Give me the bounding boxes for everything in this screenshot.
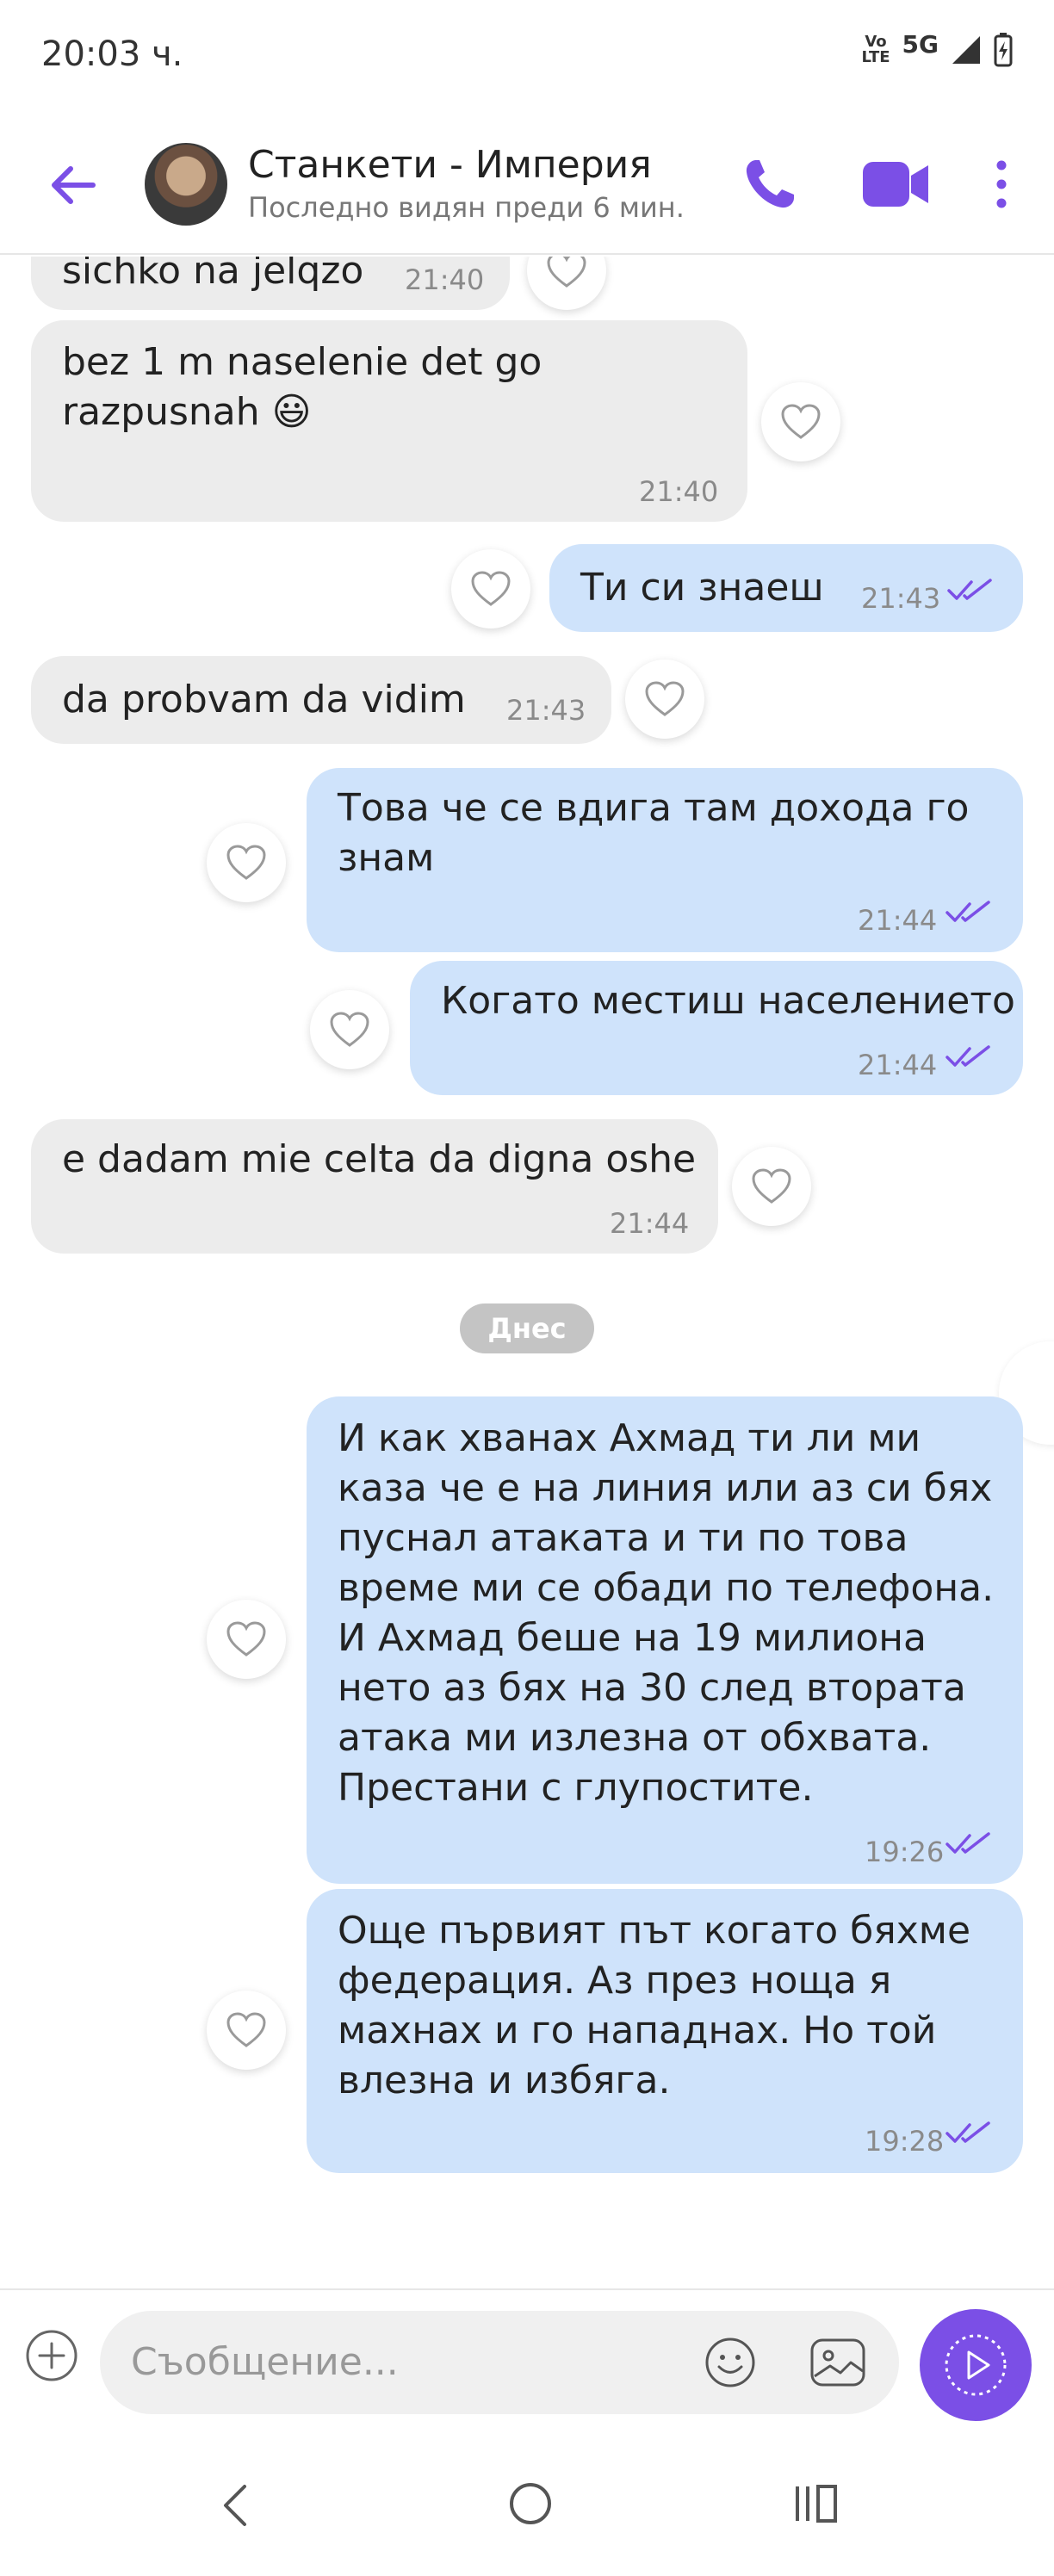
message-bubble-outgoing[interactable]: Това че се вдига там дохода го знам 21:4… [307, 768, 1023, 952]
contact-avatar[interactable] [145, 143, 227, 226]
message-bubble-outgoing[interactable]: Когато местиш населението 21:44 [410, 961, 1023, 1095]
like-heart-icon[interactable] [732, 1147, 811, 1226]
video-call-icon[interactable] [861, 155, 930, 214]
system-nav-bar [0, 2445, 1054, 2576]
message-time: 21:43 [506, 694, 586, 727]
message-bubble-incoming[interactable]: e dadam mie celta da digna oshe 21:44 [31, 1119, 718, 1254]
message-time: 21:40 [639, 475, 719, 508]
message-bubble-outgoing[interactable]: И как хванах Ахмад ти ли ми каза че е на… [307, 1396, 1023, 1884]
message-list[interactable]: sichko na jelqzo 21:40 bez 1 m naselenie… [0, 257, 1054, 2288]
last-seen-status: Последно видян преди 6 мин. [248, 191, 685, 224]
nav-recent-apps-icon[interactable] [792, 2478, 840, 2530]
message-text: e dadam mie celta da digna oshe [62, 1137, 697, 1181]
read-receipt-icon [947, 579, 992, 600]
message-text: Още първият път когато бяхме федерация. … [338, 1909, 971, 2102]
message-time: 21:44 [858, 904, 938, 937]
message-time: 21:40 [405, 263, 485, 296]
message-text: И как хванах Ахмад ти ли ми каза че е на… [338, 1416, 995, 1810]
message-text: Това че се вдига там дохода го знам [338, 786, 970, 880]
message-time: 21:44 [610, 1207, 690, 1240]
date-divider: Днес [460, 1303, 594, 1353]
read-receipt-icon [946, 901, 990, 922]
volte-icon: Vo LTE [861, 33, 890, 66]
message-time: 21:44 [858, 1049, 938, 1081]
status-icons: Vo LTE 5G [861, 29, 1013, 67]
message-text: Ти си знаеш [580, 566, 824, 610]
gallery-icon[interactable] [808, 2335, 868, 2390]
status-bar: 20:03 ч. Vo LTE 5G [0, 0, 1054, 112]
message-text: sichko na jelqzo [62, 257, 364, 293]
message-bubble-incoming[interactable]: da probvam da vidim 21:43 [31, 656, 611, 744]
read-receipt-icon [946, 1832, 990, 1854]
more-options-icon[interactable] [989, 157, 1014, 212]
signal-icon [952, 36, 980, 64]
message-bubble-incoming[interactable]: bez 1 m naselenie det go razpusnah 😃 21:… [31, 320, 747, 522]
message-text: Когато местиш населението [441, 979, 1015, 1023]
nav-home-icon[interactable] [505, 2478, 556, 2530]
read-receipt-icon [946, 1045, 990, 1067]
composer-bar: Съобщение... [0, 2288, 1054, 2421]
network-type: 5G [902, 29, 939, 59]
message-text: da probvam da vidim [62, 678, 466, 721]
message-text: bez 1 m naselenie det go razpusnah 😃 [62, 340, 542, 434]
like-heart-icon[interactable] [451, 549, 530, 629]
contact-name[interactable]: Станкети - Империя [248, 143, 652, 187]
message-input-placeholder: Съобщение... [131, 2340, 399, 2384]
status-time: 20:03 ч. [41, 34, 183, 74]
back-arrow-icon[interactable] [43, 155, 103, 215]
chat-header: Станкети - Империя Последно видян преди … [0, 112, 1054, 255]
phone-call-icon[interactable] [741, 155, 799, 214]
message-bubble-outgoing[interactable]: Ти си знаеш 21:43 [549, 544, 1023, 632]
emoji-icon[interactable] [703, 2335, 758, 2390]
like-heart-icon[interactable] [207, 1991, 286, 2070]
like-heart-icon[interactable] [310, 990, 389, 1069]
like-heart-icon[interactable] [625, 659, 704, 739]
message-time: 19:26 [865, 1836, 945, 1868]
send-voice-button[interactable] [920, 2309, 1032, 2421]
like-heart-icon[interactable] [207, 1600, 286, 1679]
message-time: 19:28 [865, 2125, 945, 2158]
message-bubble-outgoing[interactable]: Още първият път когато бяхме федерация. … [307, 1889, 1023, 2173]
message-time: 21:43 [861, 582, 941, 615]
message-bubble-incoming[interactable]: sichko na jelqzo 21:40 [31, 257, 510, 310]
message-input[interactable]: Съобщение... [100, 2311, 899, 2414]
like-heart-icon[interactable] [207, 823, 286, 902]
battery-icon [994, 33, 1013, 67]
nav-back-icon[interactable] [212, 2480, 264, 2531]
like-heart-icon[interactable] [761, 382, 840, 461]
send-icon [945, 2334, 1007, 2396]
read-receipt-icon [946, 2121, 990, 2143]
add-attachment-icon[interactable] [24, 2328, 79, 2383]
like-heart-icon[interactable] [527, 257, 606, 310]
